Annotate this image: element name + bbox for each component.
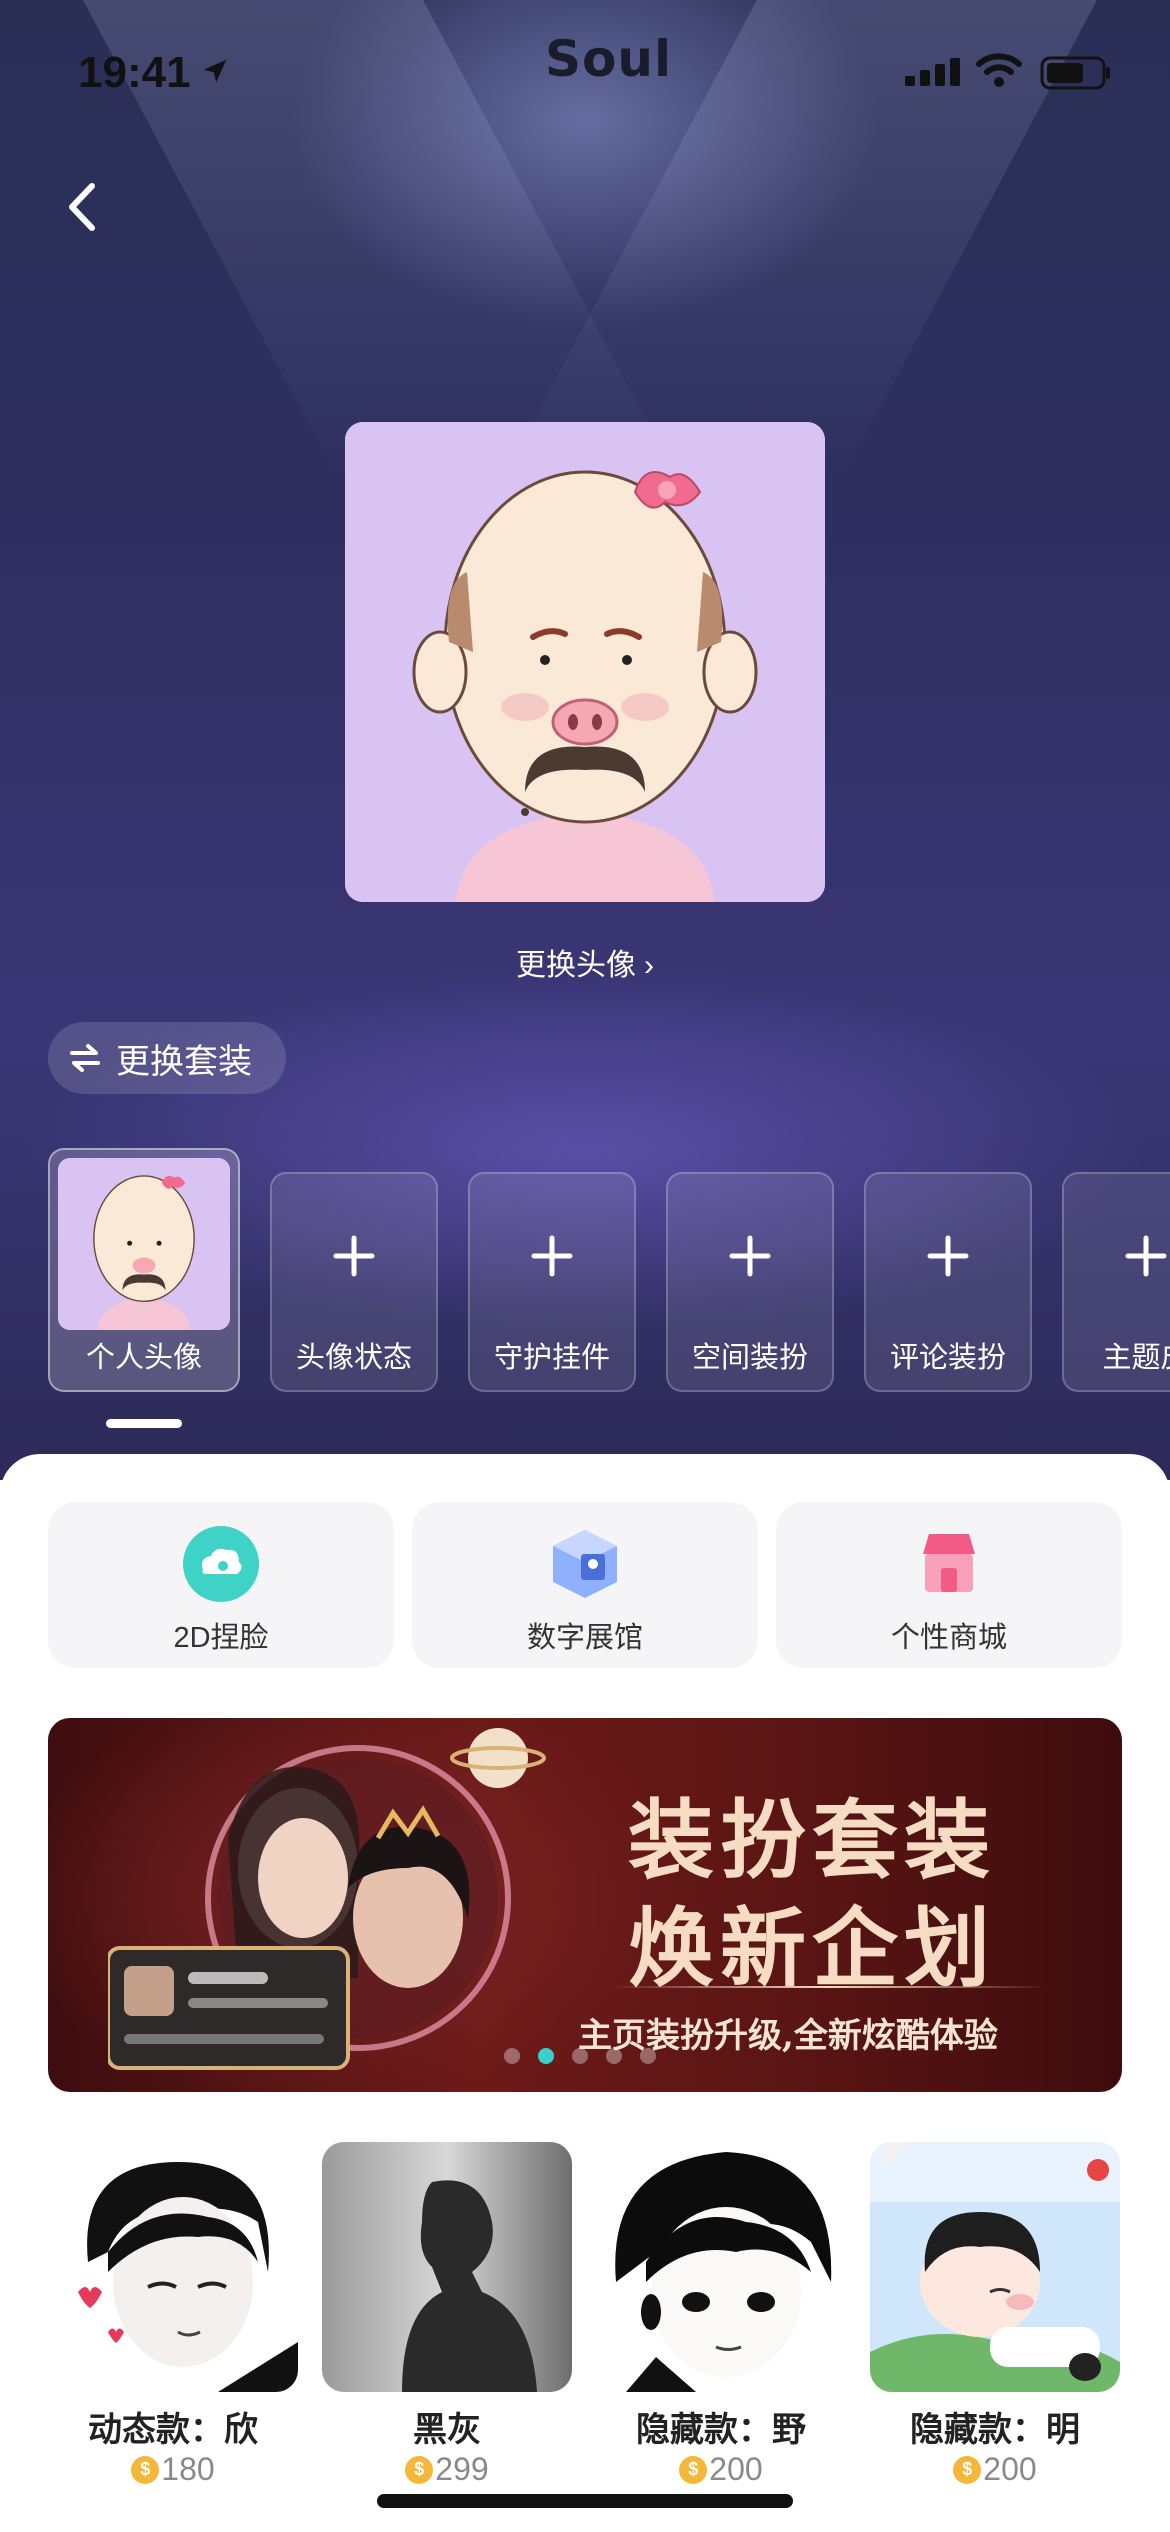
change-suit-button[interactable]: 更换套装 — [48, 1022, 286, 1094]
coin-icon: $ — [679, 2455, 708, 2484]
product-name: 隐藏款：野 — [636, 2411, 806, 2449]
cellular-signal-icon — [905, 58, 960, 86]
price-value: 299 — [435, 2451, 489, 2487]
avatar-thumbnail — [58, 1158, 230, 1330]
product-price: $180 — [48, 2451, 298, 2488]
status-time: 19:41 — [78, 48, 191, 97]
pagination-dot-active[interactable] — [538, 2048, 554, 2064]
plus-icon — [1125, 1235, 1167, 1277]
bottom-sheet: 2D捏脸 数字展馆 个性商城 装扮套装 焕新企划 主页装扮升级,全新炫酷体验 动… — [0, 1454, 1170, 2532]
slot-label: 评论装扮 — [889, 1342, 1006, 1374]
product-image — [870, 2142, 1120, 2392]
profile-avatar-image[interactable] — [345, 422, 825, 902]
quick-action-label: 2D捏脸 — [173, 1622, 269, 1654]
banner-pagination — [504, 2048, 656, 2064]
quick-action-label: 个性商城 — [890, 1622, 1007, 1654]
wifi-icon — [976, 53, 1022, 87]
face-cloud-icon — [183, 1526, 259, 1602]
banner-divider — [608, 1986, 1048, 1988]
battery-icon — [1040, 56, 1110, 90]
pagination-dot[interactable] — [504, 2048, 520, 2064]
coin-icon: $ — [131, 2455, 160, 2484]
pagination-dot[interactable] — [606, 2048, 622, 2064]
slot-scroll-indicator — [106, 1419, 182, 1428]
price-value: 180 — [161, 2451, 215, 2487]
coin-icon: $ — [953, 2455, 982, 2484]
status-bar: 19:41 Soul — [0, 0, 1170, 140]
quick-action-label: 数字展馆 — [526, 1622, 643, 1654]
plus-icon — [729, 1235, 771, 1277]
banner-illustration — [108, 1728, 546, 2070]
profile-header-area: 19:41 Soul 更换头像 › 更换套装 个人头像 头像状态 守护挂件 空间… — [0, 0, 1170, 1480]
product-image — [48, 2142, 298, 2392]
change-suit-label: 更换套装 — [116, 1042, 252, 1081]
quick-action-digital-gallery[interactable]: 数字展馆 — [412, 1502, 758, 1668]
banner-title-line1: 装扮套装 — [628, 1790, 996, 1891]
slot-comment-decoration[interactable]: 评论装扮 — [864, 1172, 1032, 1392]
product-price: $299 — [322, 2451, 572, 2488]
dress-up-slots: 个人头像 头像状态 守护挂件 空间装扮 评论装扮 主题皮 — [48, 1148, 1170, 1396]
pagination-dot[interactable] — [640, 2048, 656, 2064]
slot-avatar-status[interactable]: 头像状态 — [270, 1172, 438, 1392]
product-name: 隐藏款：明 — [910, 2411, 1080, 2449]
slot-label: 头像状态 — [295, 1342, 412, 1374]
gallery-box-icon — [553, 1530, 617, 1598]
change-avatar-link[interactable]: 更换头像 › — [0, 940, 1170, 984]
product-image — [322, 2142, 572, 2392]
slot-guard-pendant[interactable]: 守护挂件 — [468, 1172, 636, 1392]
price-value: 200 — [983, 2451, 1037, 2487]
product-card[interactable]: 隐藏款：明 $200 — [870, 2142, 1120, 2488]
pagination-dot[interactable] — [572, 2048, 588, 2064]
chevron-right-icon: › — [644, 949, 654, 982]
product-price: $200 — [870, 2451, 1120, 2488]
change-avatar-label: 更换头像 — [516, 949, 636, 982]
quick-action-personal-mall[interactable]: 个性商城 — [776, 1502, 1122, 1668]
price-value: 200 — [709, 2451, 763, 2487]
slot-personal-avatar[interactable]: 个人头像 — [48, 1148, 240, 1392]
slot-label: 空间装扮 — [691, 1342, 808, 1374]
quick-action-2d-face[interactable]: 2D捏脸 — [48, 1502, 394, 1668]
product-card[interactable]: 隐藏款：野 $200 — [596, 2142, 846, 2488]
cartoon-avatar-illustration — [345, 422, 825, 902]
app-title: Soul — [545, 30, 673, 88]
swap-icon — [70, 1044, 100, 1072]
product-card[interactable]: 动态款：欣 $180 — [48, 2142, 298, 2488]
slot-theme-skin[interactable]: 主题皮 — [1062, 1172, 1170, 1392]
slot-label: 主题皮 — [1102, 1342, 1170, 1374]
slot-label: 个人头像 — [85, 1342, 202, 1374]
product-price: $200 — [596, 2451, 846, 2488]
product-card[interactable]: 黑灰 $299 — [322, 2142, 572, 2488]
product-name: 动态款：欣 — [88, 2411, 258, 2449]
coin-icon: $ — [405, 2455, 434, 2484]
slot-label: 守护挂件 — [493, 1342, 610, 1374]
back-button[interactable] — [48, 172, 118, 242]
location-arrow-icon — [203, 59, 227, 83]
slot-space-decoration[interactable]: 空间装扮 — [666, 1172, 834, 1392]
plus-icon — [333, 1235, 375, 1277]
product-image — [596, 2142, 846, 2392]
banner-title-line2: 焕新企划 — [628, 1898, 996, 1999]
home-indicator — [377, 2494, 793, 2508]
shop-icon — [923, 1534, 975, 1592]
product-name: 黑灰 — [413, 2411, 481, 2449]
promo-banner[interactable]: 装扮套装 焕新企划 主页装扮升级,全新炫酷体验 — [48, 1718, 1122, 2092]
plus-icon — [531, 1235, 573, 1277]
plus-icon — [927, 1235, 969, 1277]
